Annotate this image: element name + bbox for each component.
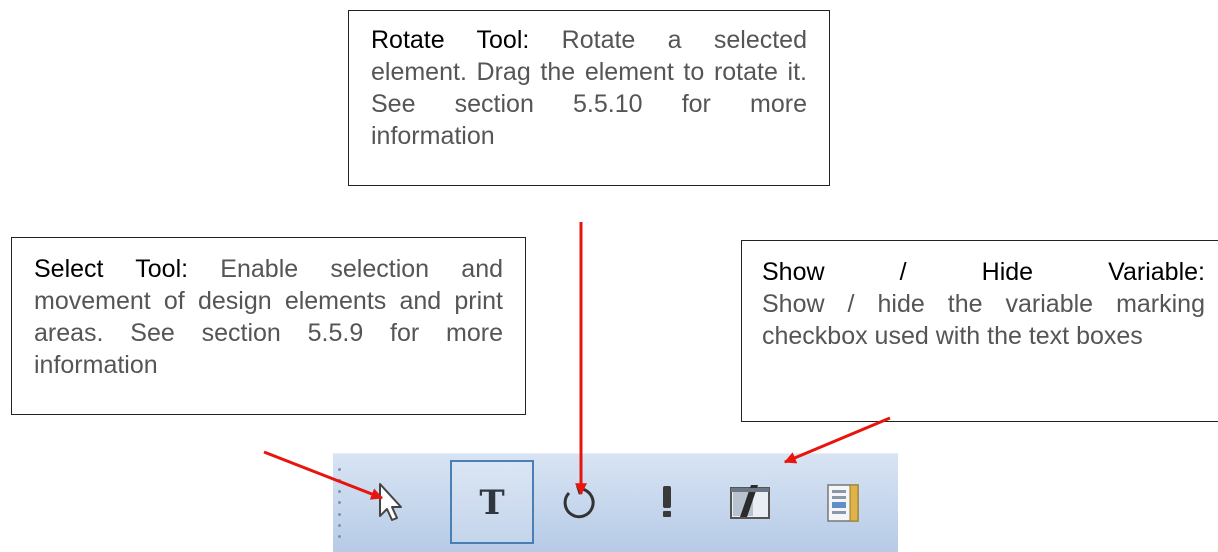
- select-tool-callout: Select Tool: Enable selection and moveme…: [11, 237, 526, 415]
- select-tool-button[interactable]: [346, 460, 430, 544]
- rotate-icon: [563, 486, 595, 519]
- toolbar-grip-handle[interactable]: [338, 468, 342, 538]
- cursor-arrow-icon: [379, 483, 402, 521]
- show-hide-variable-tool-button[interactable]: [708, 460, 792, 544]
- svg-text:T: T: [479, 483, 504, 523]
- rotate-tool-button[interactable]: [536, 460, 620, 544]
- title-word: Show: [762, 258, 825, 286]
- properties-panel-tool-button[interactable]: [802, 460, 886, 544]
- show-hide-variable-icon: [730, 485, 770, 519]
- title-word: /: [899, 258, 907, 286]
- exclamation-marker-icon: [663, 486, 671, 517]
- select-tool-callout-title: Select Tool:: [34, 255, 189, 283]
- rotate-tool-callout-title: Rotate Tool:: [371, 26, 530, 54]
- rotate-tool-callout: Rotate Tool: Rotate a selected element. …: [348, 10, 830, 186]
- variable-marker-tool-button[interactable]: [625, 460, 709, 544]
- show-hide-variable-callout-text: Show / hide the variable marking checkbo…: [762, 290, 1205, 350]
- text-tool-button[interactable]: T: [450, 460, 534, 544]
- show-hide-variable-callout: Show / Hide Variable: Show / hide the va…: [741, 240, 1218, 422]
- show-hide-variable-callout-title: Show / Hide Variable:: [762, 256, 1205, 288]
- panel-icon: [827, 484, 859, 522]
- title-word: Variable:: [1108, 258, 1205, 286]
- text-t-icon: T: [479, 483, 504, 523]
- design-toolbar: T: [333, 453, 898, 552]
- title-word: Hide: [981, 258, 1034, 286]
